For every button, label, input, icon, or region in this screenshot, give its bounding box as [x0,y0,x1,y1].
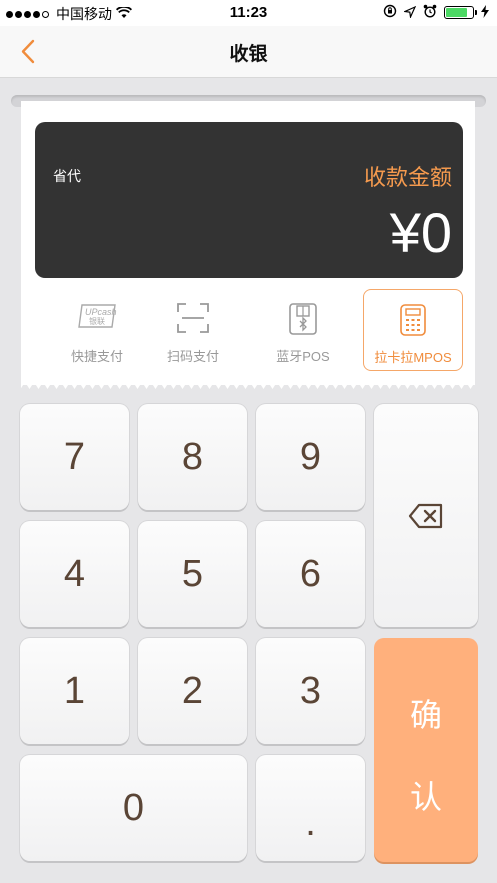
amount-label: 收款金额 [363,165,452,190]
confirm-label-2: 认 [409,779,442,815]
key-5[interactable]: 5 [138,521,247,627]
key-8[interactable]: 8 [138,404,247,510]
amount-card: 省代 收款金额 ¥0 [35,122,463,278]
key-4[interactable]: 4 [20,521,129,627]
alarm-clock-icon [423,4,437,21]
pay-method-bluetooth-pos[interactable]: 蓝牙POS [253,289,353,371]
unionpay-card-icon: UPcash 银联 [78,304,117,328]
pay-method-label: 蓝牙POS [276,349,330,364]
bluetooth-pos-icon [289,303,317,335]
status-bar: 中国移动 11:23 [0,0,497,26]
battery-icon [444,6,477,19]
confirm-label-1: 确 [409,697,442,733]
confirm-button[interactable]: 确 认 [374,638,478,862]
scan-frame-icon [177,303,209,333]
page-title: 收银 [229,44,268,65]
pay-method-quick[interactable]: UPcash 银联 快捷支付 [47,289,147,371]
key-3[interactable]: 3 [256,638,365,744]
charging-bolt-icon [481,4,489,21]
key-9[interactable]: 9 [256,404,365,510]
svg-text:UPcash: UPcash [85,307,117,317]
key-6[interactable]: 6 [256,521,365,627]
svg-text:银联: 银联 [89,316,105,326]
pay-method-label: 拉卡拉MPOS [374,350,452,365]
nav-bar: 收银 [0,26,497,78]
pay-method-scan[interactable]: 扫码支付 [143,289,243,371]
status-right [383,4,489,21]
location-arrow-icon [402,5,417,21]
key-2[interactable]: 2 [138,638,247,744]
key-0[interactable]: 0 [20,755,247,861]
rotation-lock-icon [383,4,397,21]
key-1[interactable]: 1 [20,638,129,744]
mpos-calculator-icon [400,304,426,336]
payment-methods: UPcash 银联 快捷支付 扫码支付 蓝牙POS 拉卡拉MPOS [21,289,475,373]
province-label: 省代 [53,168,81,184]
pay-method-label: 快捷支付 [70,349,123,364]
amount-value: ¥0 [389,201,452,264]
receipt-torn-edge [21,380,475,389]
backspace-icon [408,503,443,528]
backspace-key[interactable] [374,404,478,627]
key-decimal[interactable]: . [256,755,365,861]
pay-method-mpos[interactable]: 拉卡拉MPOS [363,289,463,371]
pay-method-label: 扫码支付 [166,349,219,364]
key-7[interactable]: 7 [20,404,129,510]
